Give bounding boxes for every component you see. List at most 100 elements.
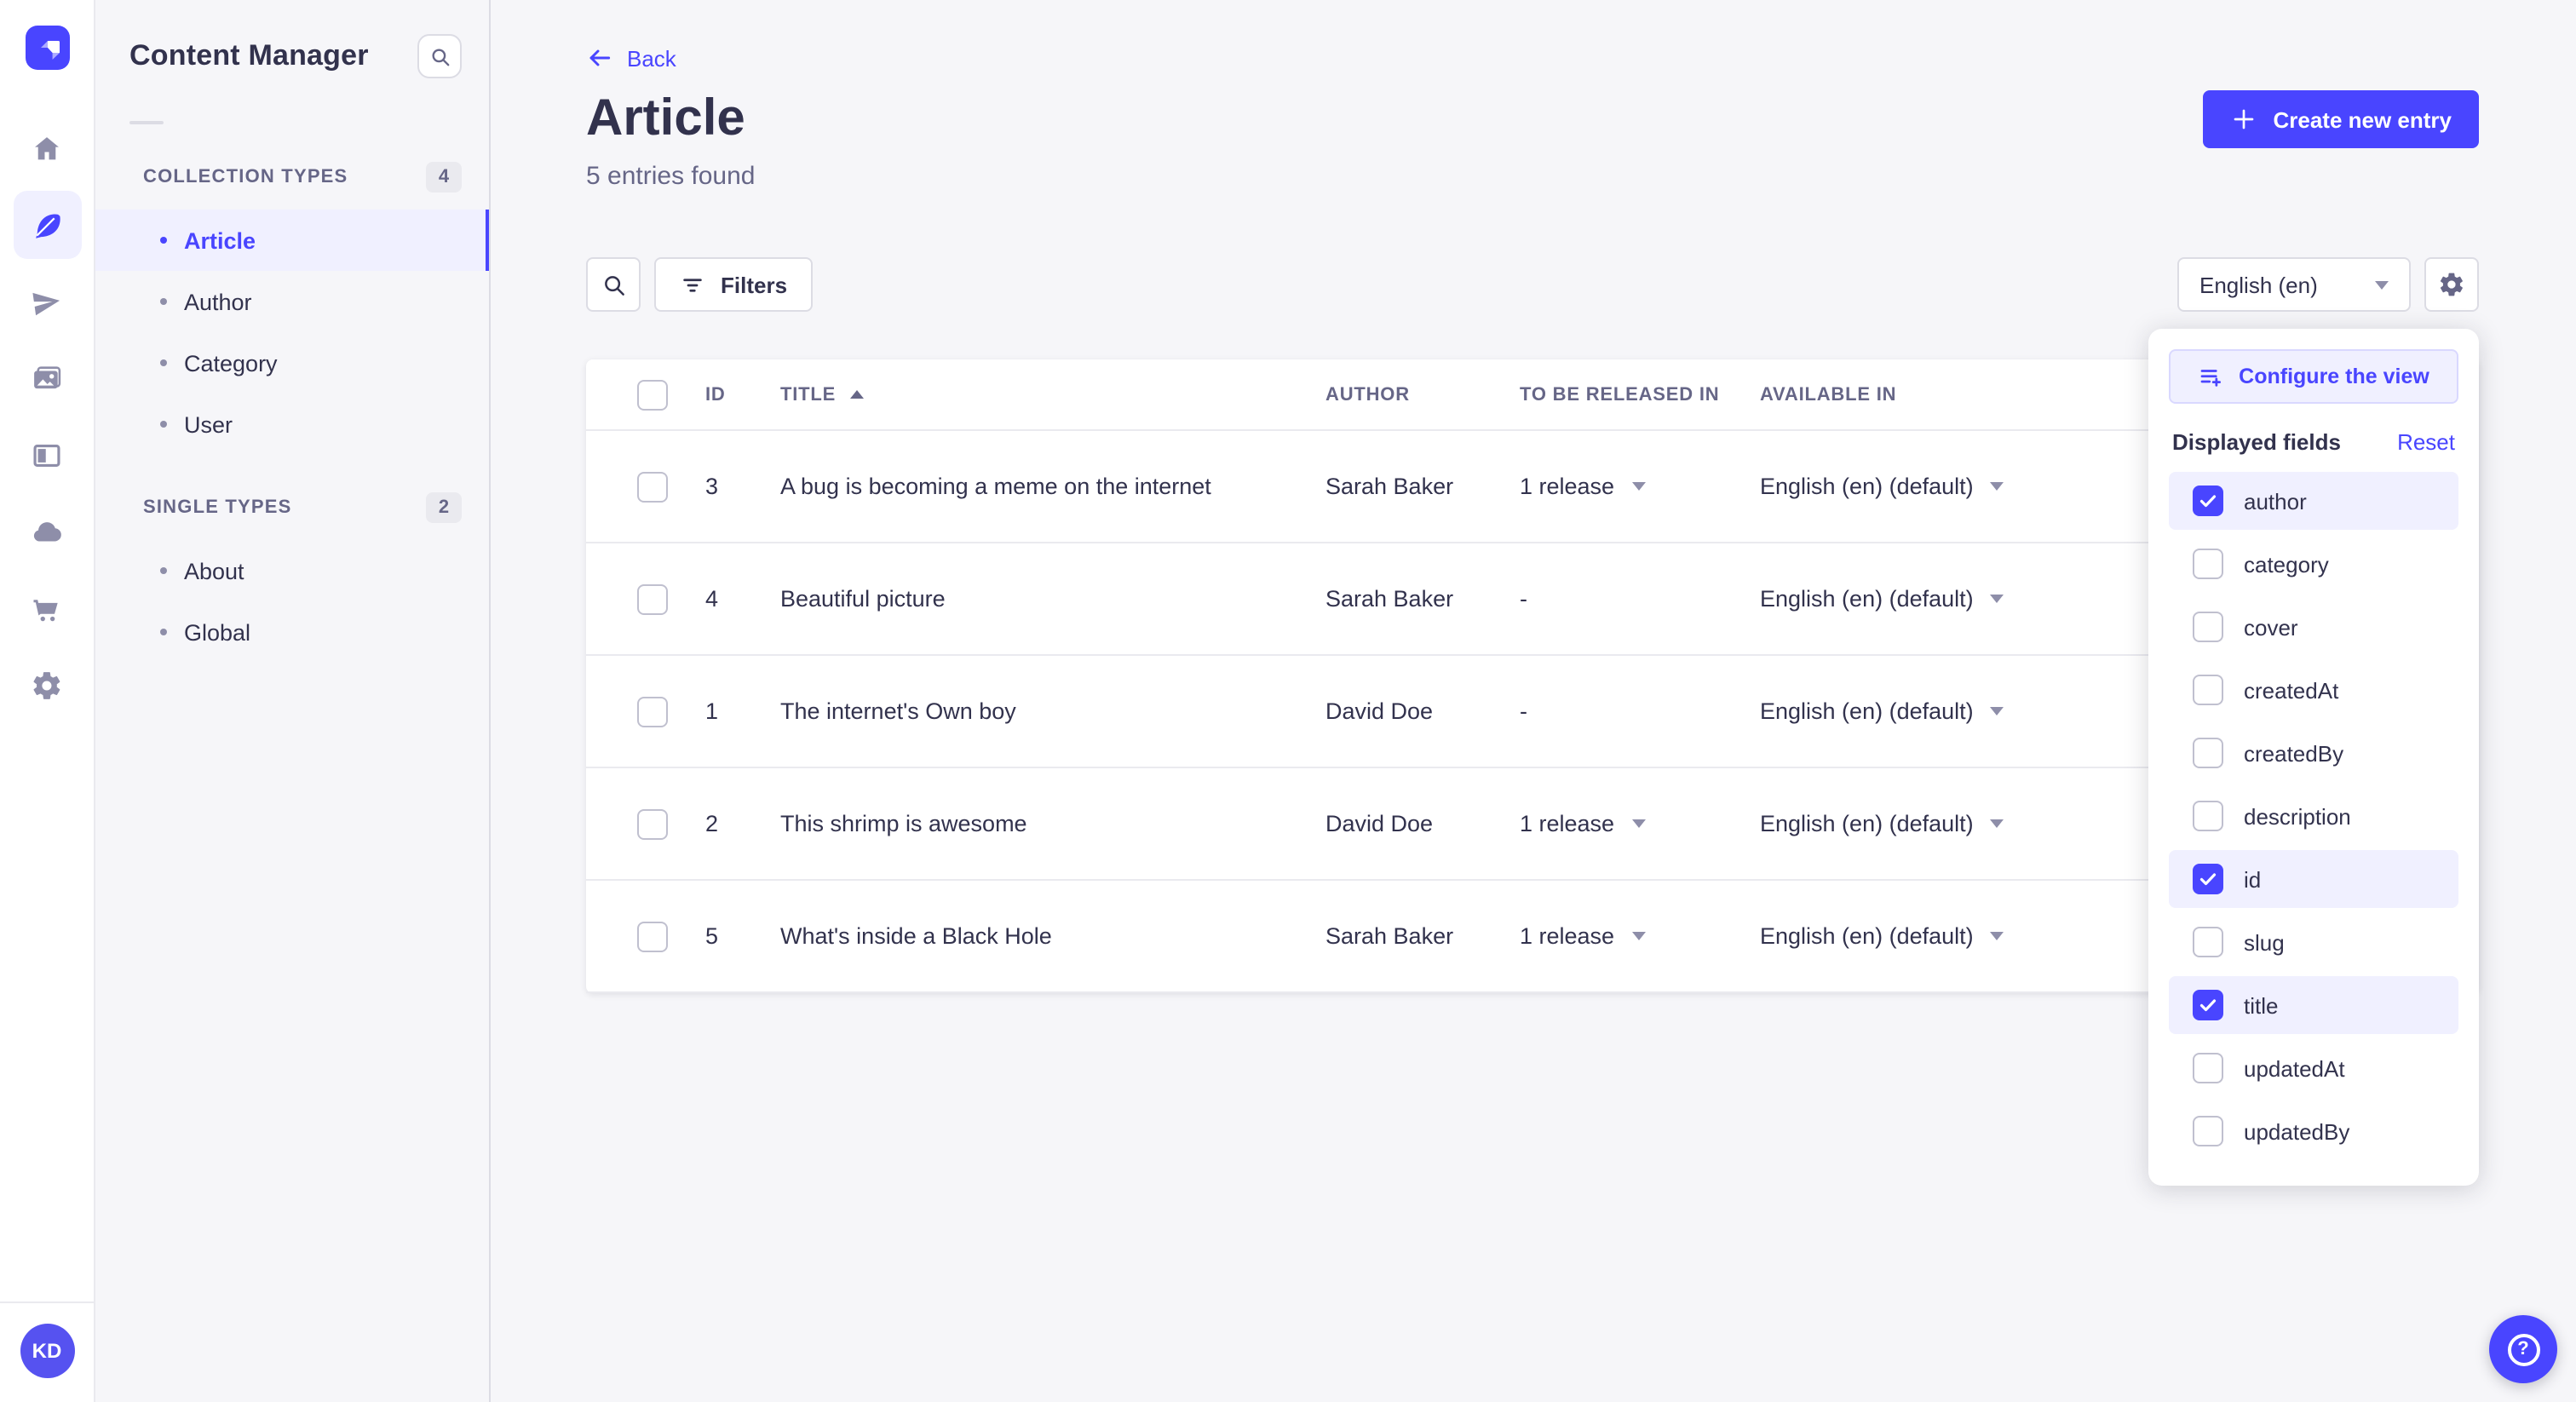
column-header-title[interactable]: TITLE (780, 384, 1325, 405)
field-checkbox[interactable] (2193, 1116, 2223, 1146)
create-new-entry-button[interactable]: Create new entry (2203, 90, 2479, 148)
list-plus-icon (2200, 369, 2222, 386)
search-button[interactable] (417, 34, 462, 78)
field-toggle-row[interactable]: updatedAt (2169, 1039, 2458, 1097)
bullet-icon (160, 567, 167, 574)
select-all-checkbox[interactable] (637, 379, 668, 410)
back-label: Back (627, 45, 676, 71)
filters-label: Filters (721, 272, 788, 297)
search-icon (604, 275, 624, 295)
strapi-logo-icon[interactable] (25, 26, 69, 70)
field-checkbox[interactable] (2193, 990, 2223, 1020)
cell-id: 5 (705, 923, 719, 949)
row-checkbox[interactable] (637, 471, 668, 502)
chevron-down-icon[interactable] (1990, 932, 2004, 940)
subnav-item[interactable]: User (95, 394, 489, 455)
chevron-down-icon[interactable] (1631, 482, 1646, 491)
field-toggle-row[interactable]: updatedBy (2169, 1102, 2458, 1160)
field-toggle-row[interactable]: author (2169, 472, 2458, 530)
count-badge: 2 (426, 492, 462, 523)
cell-released: 1 release (1520, 923, 1760, 949)
cloud-icon[interactable] (13, 497, 81, 566)
column-header-author[interactable]: AUTHOR (1325, 384, 1520, 405)
home-icon[interactable] (13, 114, 81, 182)
subnav-item[interactable]: Global (95, 601, 489, 663)
app: KD Content Manager COLLECTION TYPES 4 Ar… (0, 0, 2576, 1402)
chevron-down-icon[interactable] (1990, 707, 2004, 715)
subnav-item-label: Category (184, 350, 278, 376)
search-button[interactable] (586, 257, 641, 312)
field-checkbox[interactable] (2193, 801, 2223, 831)
cell-author: Sarah Baker (1325, 586, 1454, 612)
row-checkbox[interactable] (637, 808, 668, 839)
entries-count: 5 entries found (586, 162, 756, 191)
sort-ascending-icon (849, 390, 864, 399)
section-label: SINGLE TYPES (143, 497, 292, 518)
create-button-label: Create new entry (2273, 106, 2452, 132)
cell-id: 1 (705, 698, 719, 724)
field-checkbox[interactable] (2193, 927, 2223, 957)
field-checkbox[interactable] (2193, 486, 2223, 516)
rail-nav (13, 114, 81, 719)
row-checkbox[interactable] (637, 921, 668, 951)
column-header-released[interactable]: TO BE RELEASED IN (1520, 384, 1760, 405)
subnav-item[interactable]: Category (95, 332, 489, 394)
subnav: Content Manager COLLECTION TYPES 4 Artic… (95, 0, 491, 1402)
locale-select[interactable]: English (en) (2177, 257, 2411, 312)
chevron-down-icon[interactable] (1631, 932, 1646, 940)
chevron-down-icon[interactable] (1990, 595, 2004, 603)
collection-types-section: COLLECTION TYPES 4 Article Author Catego… (95, 162, 489, 455)
field-toggle-row[interactable]: createdBy (2169, 724, 2458, 782)
help-button[interactable]: ? (2489, 1315, 2557, 1383)
field-checkbox[interactable] (2193, 1053, 2223, 1083)
field-checkbox[interactable] (2193, 738, 2223, 768)
cell-id: 3 (705, 474, 719, 499)
toolbar: Filters English (en) (586, 257, 2479, 312)
field-toggle-row[interactable]: category (2169, 535, 2458, 593)
filters-button[interactable]: Filters (654, 257, 814, 312)
subnav-item[interactable]: About (95, 540, 489, 601)
field-toggle-row[interactable]: title (2169, 976, 2458, 1034)
row-checkbox[interactable] (637, 696, 668, 727)
column-header-id[interactable]: ID (705, 384, 780, 405)
field-label: createdBy (2244, 740, 2344, 766)
field-checkbox[interactable] (2193, 549, 2223, 579)
cart-icon[interactable] (13, 574, 81, 642)
gear-icon[interactable] (13, 651, 81, 719)
bullet-icon (160, 298, 167, 305)
subnav-item[interactable]: Article (95, 210, 489, 271)
chevron-down-icon[interactable] (1990, 819, 2004, 828)
subnav-item[interactable]: Author (95, 271, 489, 332)
fields-list: author category cover createdAt createdB… (2169, 472, 2458, 1160)
cell-title: What's inside a Black Hole (780, 923, 1052, 949)
paper-plane-icon[interactable] (13, 267, 81, 336)
images-icon[interactable] (13, 344, 81, 412)
collection-types-list: Article Author Category User (95, 210, 489, 455)
subnav-title: Content Manager (129, 39, 369, 72)
question-icon: ? (2507, 1333, 2539, 1365)
user-avatar[interactable]: KD (20, 1324, 74, 1378)
filter-icon (683, 278, 702, 291)
field-toggle-row[interactable]: description (2169, 787, 2458, 845)
field-toggle-row[interactable]: cover (2169, 598, 2458, 656)
layout-icon[interactable] (13, 421, 81, 489)
bullet-icon (160, 359, 167, 366)
configure-view-button[interactable]: Configure the view (2169, 349, 2458, 404)
check-icon (2199, 999, 2217, 1012)
reset-link[interactable]: Reset (2397, 429, 2455, 455)
field-label: slug (2244, 929, 2285, 955)
chevron-down-icon[interactable] (1990, 482, 2004, 491)
field-checkbox[interactable] (2193, 864, 2223, 894)
check-icon (2199, 495, 2217, 508)
field-checkbox[interactable] (2193, 675, 2223, 705)
field-toggle-row[interactable]: slug (2169, 913, 2458, 971)
back-link[interactable]: Back (586, 0, 676, 72)
field-toggle-row[interactable]: id (2169, 850, 2458, 908)
field-checkbox[interactable] (2193, 612, 2223, 642)
view-settings-button[interactable] (2424, 257, 2479, 312)
field-toggle-row[interactable]: createdAt (2169, 661, 2458, 719)
chevron-down-icon[interactable] (1631, 819, 1646, 828)
row-checkbox[interactable] (637, 583, 668, 614)
feather-icon[interactable] (13, 191, 81, 259)
icon-rail: KD (0, 0, 95, 1402)
